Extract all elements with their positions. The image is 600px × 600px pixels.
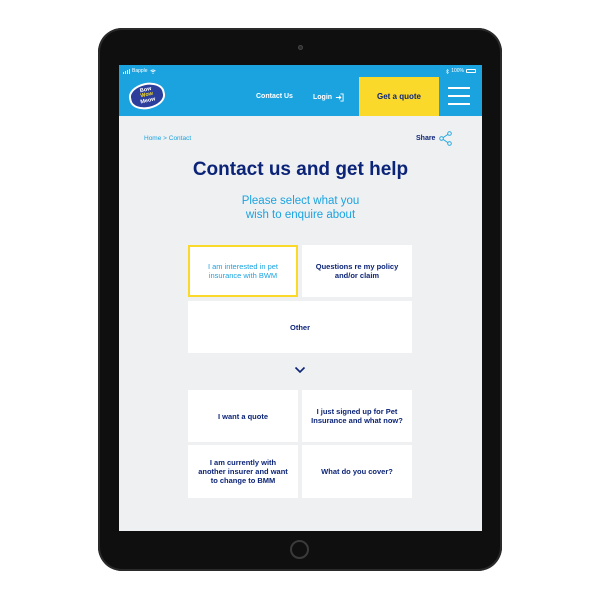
status-right: 100% <box>446 65 476 77</box>
carrier-name: Bapple <box>132 68 148 74</box>
bluetooth-icon <box>446 68 450 74</box>
option-switch-insurer[interactable]: I am currently with another insurer and … <box>188 445 298 498</box>
share-button[interactable]: Share <box>416 131 453 146</box>
option-want-a-quote[interactable]: I want a quote <box>188 390 298 442</box>
login-label: Login <box>313 94 333 101</box>
tablet-screen: Bapple 100% Bow Wow Meow Contact Us Logi… <box>119 65 482 531</box>
bow-wow-meow-logo[interactable]: Bow Wow Meow <box>126 79 168 113</box>
page-title: Contact us and get help <box>192 159 409 180</box>
option-interested-in-pet-insurance[interactable]: I am interested in pet insurance with BW… <box>188 245 298 297</box>
share-icon <box>439 131 453 146</box>
share-label: Share <box>416 135 436 142</box>
logo-line-3: Meow <box>139 96 157 106</box>
hamburger-menu-icon[interactable] <box>448 87 470 105</box>
enquiry-prompt-line-1: Please select what you <box>241 195 360 207</box>
battery-icon <box>466 69 476 73</box>
get-a-quote-button[interactable]: Get a quote <box>359 77 439 116</box>
option-policy-or-claim-questions[interactable]: Questions re my policy and/or claim <box>302 245 412 297</box>
status-left: Bapple <box>123 65 156 77</box>
option-other[interactable]: Other <box>188 301 412 353</box>
contact-us-link[interactable]: Contact Us <box>256 93 293 100</box>
chevron-down-icon <box>294 366 306 374</box>
enquiry-prompt: Please select what you wish to enquire a… <box>119 194 482 222</box>
status-bar: Bapple 100% <box>119 65 482 77</box>
breadcrumb[interactable]: Home > Contact <box>144 135 191 142</box>
login-link[interactable]: Login <box>313 93 344 102</box>
option-what-do-you-cover[interactable]: What do you cover? <box>302 445 412 498</box>
wifi-icon <box>149 69 156 74</box>
signal-icon <box>123 68 130 74</box>
battery-percentage: 100% <box>451 68 464 74</box>
front-camera <box>298 45 303 50</box>
login-arrow-icon <box>335 93 344 102</box>
site-header: Bapple 100% Bow Wow Meow Contact Us Logi… <box>119 65 482 116</box>
enquiry-prompt-line-2: wish to enquire about <box>245 209 356 221</box>
home-button[interactable] <box>290 540 309 559</box>
option-just-signed-up[interactable]: I just signed up for Pet Insurance and w… <box>302 390 412 442</box>
